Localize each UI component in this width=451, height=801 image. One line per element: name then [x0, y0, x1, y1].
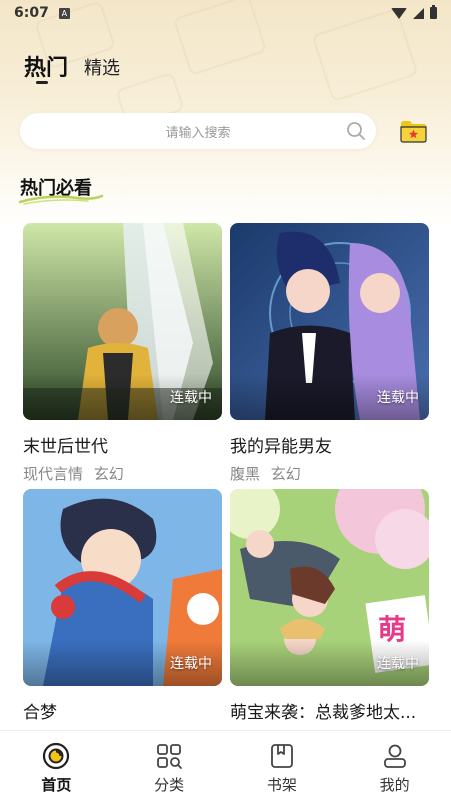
signal-icon [413, 7, 424, 19]
nav-bookshelf-label: 书架 [266, 776, 297, 794]
comic-cover[interactable]: 连载中 [23, 489, 222, 686]
status-badge: 连载中 [377, 656, 419, 672]
wifi-icon [391, 7, 407, 19]
nav-category-label: 分类 [154, 776, 185, 794]
tab-hot-label: 热门 [24, 56, 69, 81]
status-badge: 连载中 [377, 390, 419, 406]
comic-title[interactable]: 萌宝来袭：总裁爹地太... [230, 698, 429, 723]
home-icon [43, 742, 70, 770]
status-badge: 连载中 [170, 390, 212, 406]
favorites-folder-icon[interactable] [399, 118, 427, 144]
status-badge: 连载中 [170, 656, 212, 672]
nav-home[interactable]: 首页 [0, 731, 113, 801]
comic-cover[interactable]: 萌 连载中 [230, 489, 429, 686]
notification-icon: A [58, 7, 70, 19]
comic-title[interactable]: 末世后世代 [23, 432, 222, 457]
active-tab-indicator [36, 81, 48, 84]
status-time: 6:07 [14, 5, 49, 21]
comic-tags: 现代言情 玄幻 [23, 463, 222, 484]
comic-tag: 腹黑 [230, 465, 261, 483]
comic-card[interactable]: 萌 连载中 萌宝来袭：总裁爹地太... 亲情 [230, 489, 429, 750]
section-title-underline [18, 194, 104, 205]
tab-hot[interactable]: 热门 [24, 50, 69, 84]
bookshelf-icon [270, 744, 293, 768]
nav-profile[interactable]: 我的 [338, 731, 451, 801]
comic-title[interactable]: 合梦 [23, 698, 222, 723]
nav-profile-label: 我的 [379, 776, 410, 794]
comic-card[interactable]: 连载中 合梦 学霸 玄幻 [23, 489, 222, 750]
category-icon [157, 744, 183, 769]
comic-tag: 玄幻 [270, 465, 301, 483]
comic-card[interactable]: 连载中 我的异能男友 腹黑 玄幻 [230, 223, 429, 484]
profile-icon [383, 744, 406, 768]
search-placeholder: 请输入搜索 [165, 125, 231, 141]
comic-cover[interactable]: 连载中 [23, 223, 222, 420]
comic-cover[interactable]: 连载中 [230, 223, 429, 420]
top-tabs: 热门 精选 [24, 50, 120, 84]
nav-bookshelf[interactable]: 书架 [226, 731, 339, 801]
bottom-nav: 首页 分类 书架 我的 [0, 730, 451, 801]
comic-tag: 玄幻 [93, 465, 124, 483]
comic-tags: 腹黑 玄幻 [230, 463, 429, 484]
battery-icon [430, 5, 437, 19]
nav-category[interactable]: 分类 [113, 731, 226, 801]
comic-title[interactable]: 我的异能男友 [230, 432, 429, 457]
search-icon[interactable] [346, 121, 366, 141]
status-bar: 6:07 A [0, 0, 451, 26]
search-input[interactable]: 请输入搜索 [20, 113, 376, 149]
tab-featured[interactable]: 精选 [84, 54, 120, 82]
comic-tag: 现代言情 [23, 465, 84, 483]
nav-home-label: 首页 [41, 776, 72, 794]
comic-card[interactable]: 连载中 末世后世代 现代言情 玄幻 [23, 223, 222, 484]
